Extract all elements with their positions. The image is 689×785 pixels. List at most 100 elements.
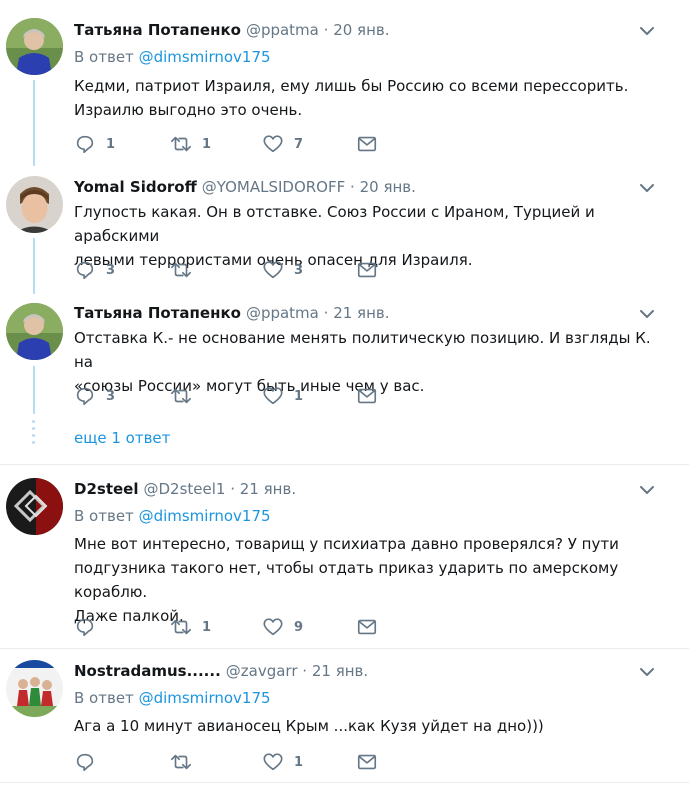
reply-icon bbox=[76, 135, 94, 154]
tweet-header: Yomal Sidoroff @YOMALSIDOROFF · 20 янв. bbox=[74, 177, 416, 197]
avatar[interactable] bbox=[6, 176, 63, 233]
divider bbox=[0, 648, 689, 649]
action-bar: 3 3 bbox=[74, 258, 394, 282]
retweet-icon bbox=[171, 262, 191, 278]
author-handle[interactable]: @zavgarr bbox=[226, 662, 298, 680]
timestamp[interactable]: 20 янв. bbox=[360, 178, 416, 196]
thread-connector bbox=[33, 238, 35, 294]
reply-button[interactable]: 1 bbox=[74, 132, 115, 156]
thread-connector bbox=[33, 366, 35, 414]
reply-count: 3 bbox=[106, 388, 116, 404]
author-name[interactable]: Yomal Sidoroff bbox=[74, 178, 197, 196]
thread-connector bbox=[33, 80, 35, 166]
chevron-down-icon[interactable] bbox=[638, 22, 656, 40]
like-count: 1 bbox=[294, 388, 304, 404]
like-button[interactable]: 9 bbox=[262, 615, 303, 639]
reply-mention-link[interactable]: @dimsmirnov175 bbox=[139, 689, 271, 707]
retweet-icon bbox=[171, 388, 191, 404]
tweet-text-line: подгузника такого нет, чтобы отдать прик… bbox=[74, 559, 619, 601]
reply-count: 1 bbox=[106, 136, 116, 152]
author-name[interactable]: Татьяна Потапенко bbox=[74, 21, 241, 39]
author-handle[interactable]: @ppatma bbox=[246, 21, 319, 39]
like-count: 9 bbox=[294, 619, 304, 635]
action-bar: 1 9 bbox=[74, 615, 394, 639]
retweet-button[interactable] bbox=[170, 750, 202, 774]
tweet-text-line: Мне вот интересно, товарищ у психиатра д… bbox=[74, 535, 619, 553]
reply-button[interactable] bbox=[74, 615, 106, 639]
reply-icon bbox=[76, 387, 94, 406]
like-icon bbox=[263, 135, 283, 153]
separator-dot: · bbox=[230, 480, 236, 498]
timestamp[interactable]: 21 янв. bbox=[333, 304, 389, 322]
avatar[interactable] bbox=[6, 660, 63, 717]
message-icon bbox=[357, 388, 377, 404]
like-button[interactable]: 7 bbox=[262, 132, 303, 156]
timestamp[interactable]: 21 янв. bbox=[240, 480, 296, 498]
retweet-button[interactable] bbox=[170, 258, 202, 282]
chevron-down-icon[interactable] bbox=[638, 481, 656, 499]
direct-message-button[interactable] bbox=[356, 750, 378, 774]
tweet-text: Кедми, патриот Израиля, ему лишь бы Росс… bbox=[74, 74, 664, 122]
reply-prefix: В ответ bbox=[74, 507, 134, 525]
divider bbox=[0, 782, 689, 783]
reply-icon bbox=[76, 618, 94, 637]
avatar[interactable] bbox=[6, 303, 63, 360]
retweet-button[interactable]: 1 bbox=[170, 615, 211, 639]
like-icon bbox=[263, 753, 283, 771]
author-handle[interactable]: @ppatma bbox=[246, 304, 319, 322]
separator-dot: · bbox=[323, 21, 329, 39]
direct-message-button[interactable] bbox=[356, 132, 378, 156]
reply-icon bbox=[76, 753, 94, 772]
retweet-button[interactable] bbox=[170, 384, 202, 408]
author-name[interactable]: Nostradamus...... bbox=[74, 662, 221, 680]
timestamp[interactable]: 20 янв. bbox=[333, 21, 389, 39]
like-count: 3 bbox=[294, 262, 304, 278]
tweet-text-line: Ага а 10 минут авианосец Крым ...как Куз… bbox=[74, 717, 544, 735]
retweet-button[interactable]: 1 bbox=[170, 132, 211, 156]
avatar[interactable] bbox=[6, 478, 63, 535]
chevron-down-icon[interactable] bbox=[638, 179, 656, 197]
like-count: 7 bbox=[294, 136, 304, 152]
author-name[interactable]: Татьяна Потапенко bbox=[74, 304, 241, 322]
like-icon bbox=[263, 261, 283, 279]
author-handle[interactable]: @D2steel1 bbox=[143, 480, 225, 498]
author-name[interactable]: D2steel bbox=[74, 480, 138, 498]
show-more-replies-link[interactable]: еще 1 ответ bbox=[74, 429, 170, 447]
tweet-header: Nostradamus...... @zavgarr · 21 янв. bbox=[74, 661, 368, 681]
like-count: 1 bbox=[294, 754, 304, 770]
tweet-header: D2steel @D2steel1 · 21 янв. bbox=[74, 479, 296, 499]
message-icon bbox=[357, 262, 377, 278]
tweet-text: Мне вот интересно, товарищ у психиатра д… bbox=[74, 532, 664, 628]
divider bbox=[0, 464, 689, 465]
message-icon bbox=[357, 136, 377, 152]
action-bar: 1 1 7 bbox=[74, 132, 394, 156]
like-button[interactable]: 1 bbox=[262, 384, 303, 408]
like-button[interactable]: 3 bbox=[262, 258, 303, 282]
tweet-header: Татьяна Потапенко @ppatma · 21 янв. bbox=[74, 303, 390, 323]
reply-context: В ответ @dimsmirnov175 bbox=[74, 689, 271, 707]
reply-mention-link[interactable]: @dimsmirnov175 bbox=[139, 48, 271, 66]
like-button[interactable]: 1 bbox=[262, 750, 303, 774]
direct-message-button[interactable] bbox=[356, 384, 378, 408]
reply-context: В ответ @dimsmirnov175 bbox=[74, 507, 271, 525]
direct-message-button[interactable] bbox=[356, 615, 378, 639]
tweet-text-line: Глупость какая. Он в отставке. Союз Росс… bbox=[74, 203, 595, 245]
avatar[interactable] bbox=[6, 18, 63, 75]
reply-prefix: В ответ bbox=[74, 48, 134, 66]
reply-button[interactable]: 3 bbox=[74, 384, 115, 408]
reply-button[interactable]: 3 bbox=[74, 258, 115, 282]
reply-mention-link[interactable]: @dimsmirnov175 bbox=[139, 507, 271, 525]
author-handle[interactable]: @YOMALSIDOROFF bbox=[202, 178, 346, 196]
chevron-down-icon[interactable] bbox=[638, 663, 656, 681]
retweet-icon bbox=[171, 619, 191, 635]
chevron-down-icon[interactable] bbox=[638, 305, 656, 323]
direct-message-button[interactable] bbox=[356, 258, 378, 282]
tweet-text-line: Отставка К.- не основание менять политич… bbox=[74, 329, 651, 371]
retweet-count: 1 bbox=[202, 136, 212, 152]
reply-context: В ответ @dimsmirnov175 bbox=[74, 48, 271, 66]
message-icon bbox=[357, 754, 377, 770]
timestamp[interactable]: 21 янв. bbox=[312, 662, 368, 680]
retweet-icon bbox=[171, 754, 191, 770]
retweet-icon bbox=[171, 136, 191, 152]
reply-button[interactable] bbox=[74, 750, 106, 774]
